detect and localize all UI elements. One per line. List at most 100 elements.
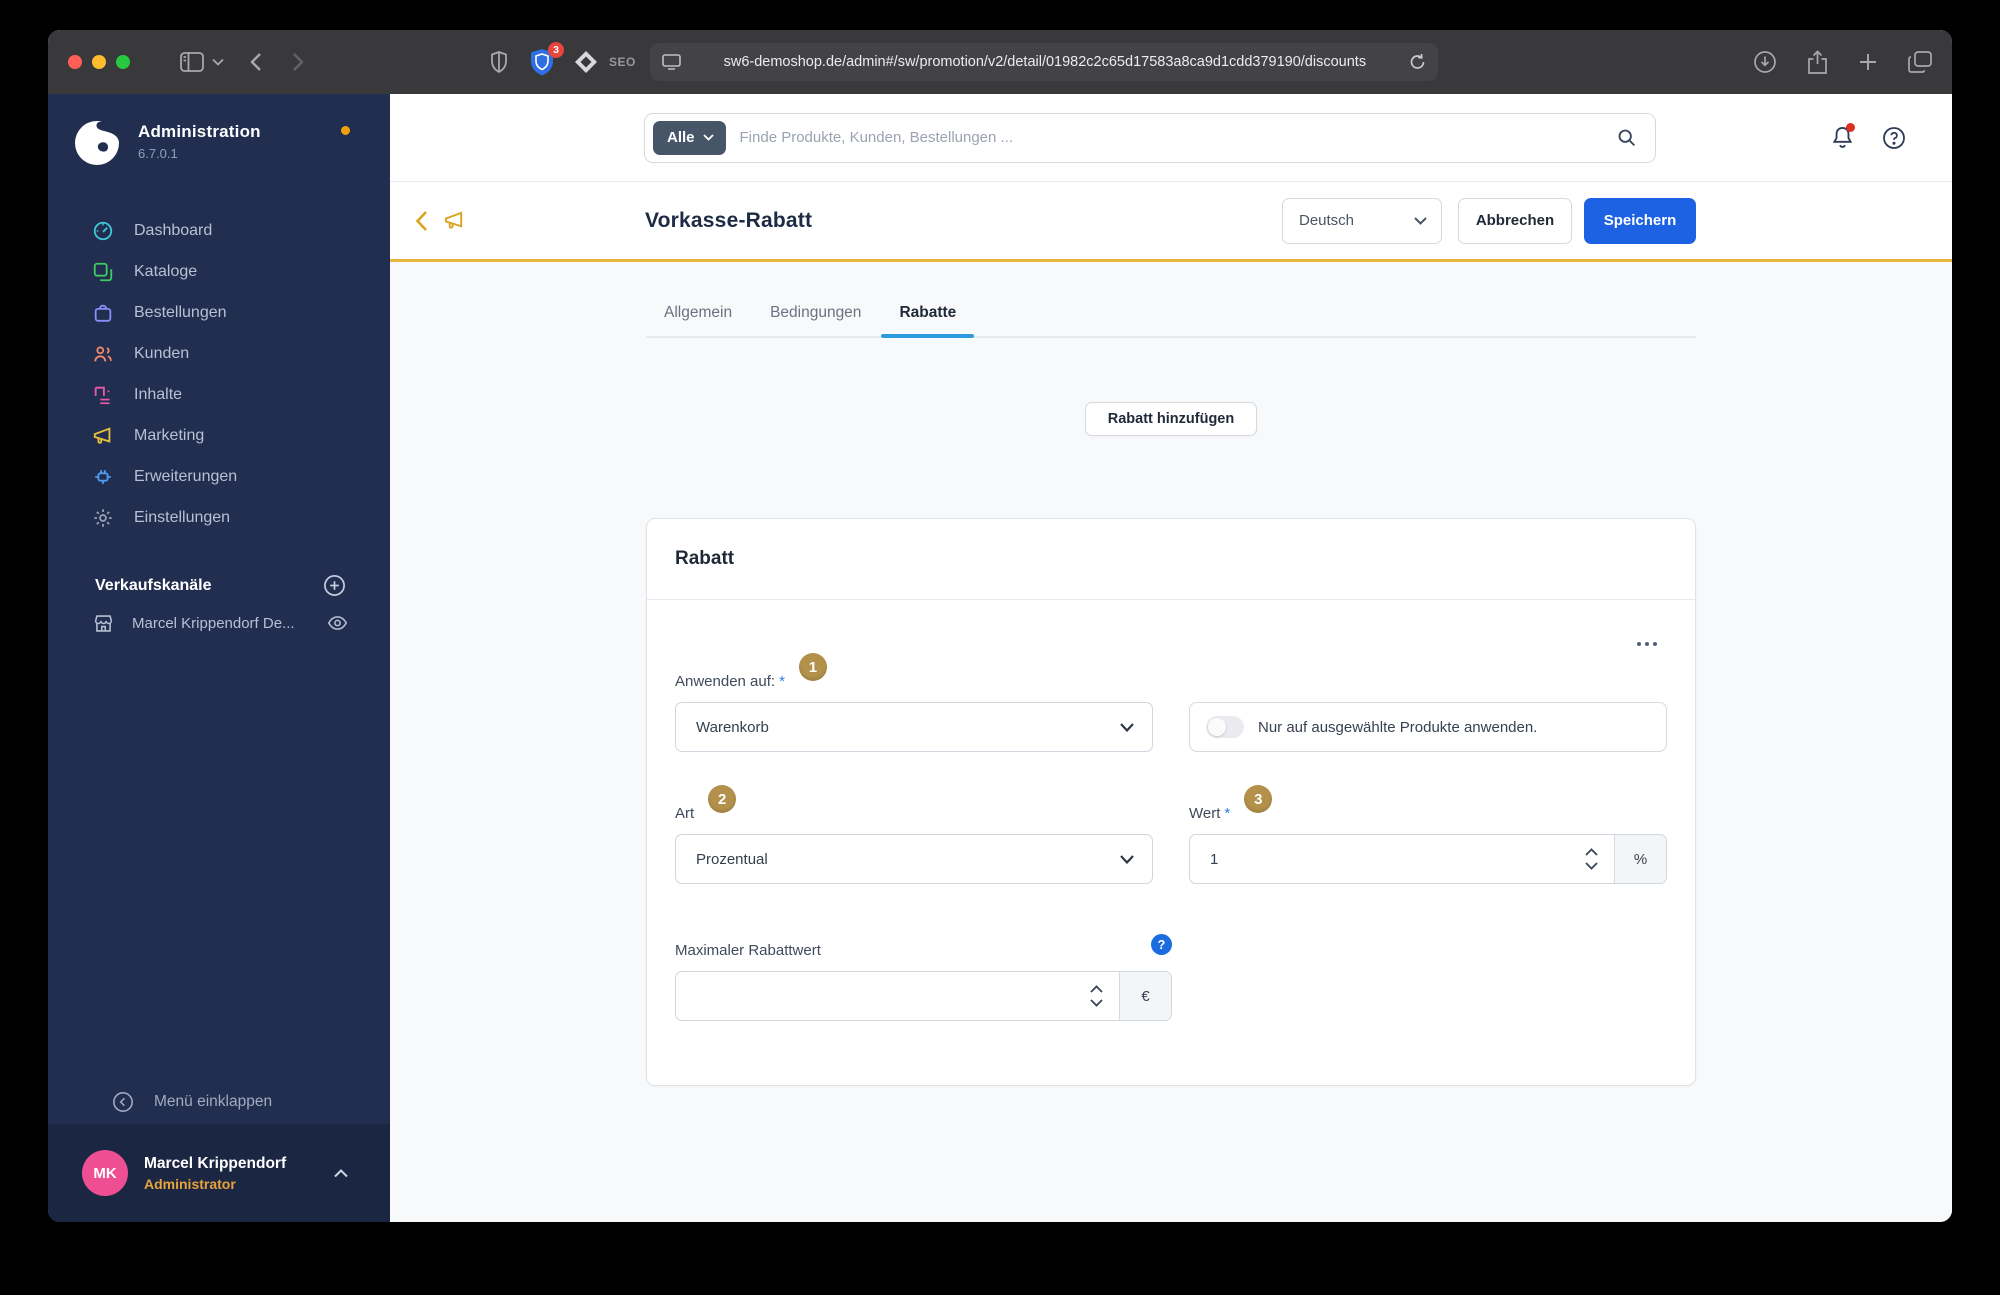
context-menu-button[interactable] — [1631, 636, 1663, 652]
seo-extension-label[interactable]: SEO — [609, 55, 636, 69]
browser-window: 3 SEO sw6-demoshop.de/admin#/sw/promotio… — [48, 30, 1952, 1222]
discount-card: Rabatt Anwenden auf: * 1 Warenkorb Nur a… — [646, 518, 1696, 1086]
step-badge-1: 1 — [798, 653, 827, 681]
sidebar-item-kunden[interactable]: Kunden — [48, 333, 390, 374]
type-label: Art — [675, 805, 695, 822]
user-menu[interactable]: MK Marcel Krippendorf Administrator — [48, 1124, 390, 1222]
max-value-input[interactable] — [676, 972, 1074, 1020]
type-select[interactable]: Prozentual — [675, 834, 1153, 884]
product-toggle-field: Nur auf ausgewählte Produkte anwenden. — [1189, 662, 1667, 752]
step-badge-3: 3 — [1244, 785, 1273, 813]
help-button[interactable] — [1882, 126, 1906, 150]
add-discount-button[interactable]: Rabatt hinzufügen — [1084, 402, 1258, 436]
page-title: Vorkasse-Rabatt — [645, 208, 813, 232]
search-input[interactable] — [739, 129, 1616, 146]
main-navigation: Dashboard Kataloge Bestellungen Kunden I… — [48, 210, 390, 538]
toolbar-chevron-down-icon[interactable] — [212, 58, 224, 66]
search-icon[interactable] — [1616, 127, 1637, 148]
sales-channels-heading: Verkaufskanäle — [95, 576, 212, 594]
products-only-label: Nur auf ausgewählte Produkte anwenden. — [1258, 718, 1538, 736]
close-window-button[interactable] — [68, 55, 82, 69]
sidebar-item-inhalte[interactable]: Inhalte — [48, 374, 390, 415]
diamond-extension-icon[interactable] — [573, 49, 599, 75]
tab-overview-icon[interactable] — [1908, 51, 1932, 73]
stepper-down-icon[interactable] — [1090, 999, 1103, 1007]
customers-icon — [92, 343, 114, 365]
extension-badge: 3 — [548, 42, 564, 58]
value-unit[interactable]: % — [1614, 835, 1666, 883]
sidebar-item-kataloge[interactable]: Kataloge — [48, 251, 390, 292]
type-field: Art 2 Prozentual — [675, 785, 1153, 884]
downloads-icon[interactable] — [1753, 50, 1777, 74]
forward-button[interactable] — [292, 52, 304, 72]
tab-bedingungen[interactable]: Bedingungen — [752, 304, 879, 336]
help-tooltip-icon[interactable]: ? — [1151, 934, 1172, 955]
reader-view-icon[interactable] — [662, 54, 681, 70]
back-button[interactable] — [250, 52, 262, 72]
collapse-menu-button[interactable]: Menü einklappen — [48, 1080, 390, 1124]
products-only-toggle[interactable] — [1206, 716, 1244, 738]
global-search[interactable]: Alle — [644, 112, 1656, 163]
value-input[interactable] — [1190, 835, 1569, 883]
zoom-window-button[interactable] — [116, 55, 130, 69]
notification-dot — [1846, 123, 1855, 132]
apply-to-label: Anwenden auf: — [675, 673, 776, 690]
save-button[interactable]: Speichern — [1584, 197, 1696, 244]
new-tab-icon[interactable] — [1858, 52, 1878, 72]
add-sales-channel-button[interactable] — [323, 574, 346, 597]
max-value-label: Maximaler Rabattwert — [675, 942, 821, 959]
page-body: Allgemein Bedingungen Rabatte Rabatt hin… — [390, 262, 1952, 1222]
minimize-window-button[interactable] — [92, 55, 106, 69]
stepper-up-icon[interactable] — [1090, 985, 1103, 993]
sidebar-item-dashboard[interactable]: Dashboard — [48, 210, 390, 251]
max-value-input-group: € — [675, 971, 1172, 1021]
share-icon[interactable] — [1807, 49, 1828, 75]
apply-to-select[interactable]: Warenkorb — [675, 702, 1153, 752]
chevron-down-icon — [1414, 216, 1427, 225]
promotion-tabs: Allgemein Bedingungen Rabatte — [646, 304, 1696, 338]
user-name: Marcel Krippendorf — [144, 1154, 287, 1172]
sidebar-item-sales-channel[interactable]: Marcel Krippendorf De... — [48, 603, 390, 643]
discount-card-header: Rabatt — [647, 519, 1695, 600]
value-stepper — [1569, 835, 1614, 883]
url-text[interactable]: sw6-demoshop.de/admin#/sw/promotion/v2/d… — [681, 54, 1409, 70]
required-asterisk: * — [1224, 805, 1231, 822]
address-bar[interactable]: sw6-demoshop.de/admin#/sw/promotion/v2/d… — [649, 43, 1438, 81]
update-notification-dot — [341, 126, 350, 135]
notifications-button[interactable] — [1831, 123, 1855, 150]
tab-rabatte[interactable]: Rabatte — [881, 304, 975, 338]
product-toggle-box: Nur auf ausgewählte Produkte anwenden. — [1189, 702, 1667, 752]
sidebar-toggle-icon[interactable] — [180, 52, 204, 72]
chevron-down-icon — [1120, 854, 1134, 864]
search-scope-dropdown[interactable]: Alle — [653, 120, 726, 155]
stepper-down-icon[interactable] — [1585, 862, 1598, 870]
sidebar-item-erweiterungen[interactable]: Erweiterungen — [48, 456, 390, 497]
reload-icon[interactable] — [1409, 53, 1426, 71]
chevron-down-icon — [702, 134, 714, 141]
chevron-down-icon — [1120, 722, 1134, 732]
privacy-shield-icon[interactable] — [489, 50, 509, 74]
cancel-button[interactable]: Abbrechen — [1458, 197, 1572, 244]
app-title: Administration — [138, 122, 261, 141]
value-input-group: % — [1189, 834, 1667, 884]
orders-bag-icon — [92, 302, 114, 324]
sales-channel-name: Marcel Krippendorf De... — [132, 614, 295, 632]
max-value-unit[interactable]: € — [1119, 972, 1171, 1020]
settings-gear-icon — [92, 507, 114, 529]
language-select[interactable]: Deutsch — [1282, 197, 1442, 244]
browser-toolbar: 3 SEO sw6-demoshop.de/admin#/sw/promotio… — [48, 30, 1952, 94]
admin-top-bar: Alle — [390, 94, 1952, 182]
sidebar-item-einstellungen[interactable]: Einstellungen — [48, 497, 390, 538]
admin-sidebar: Administration 6.7.0.1 Dashboard Katalog — [48, 94, 390, 1222]
tab-allgemein[interactable]: Allgemein — [646, 304, 750, 336]
marketing-megaphone-icon — [92, 425, 114, 447]
stepper-up-icon[interactable] — [1585, 848, 1598, 856]
sidebar-item-marketing[interactable]: Marketing — [48, 415, 390, 456]
sidebar-header: Administration 6.7.0.1 — [48, 94, 390, 176]
eye-icon[interactable] — [327, 615, 348, 631]
adblock-extension-icon[interactable]: 3 — [527, 42, 564, 77]
sidebar-item-bestellungen[interactable]: Bestellungen — [48, 292, 390, 333]
back-to-promotion-button[interactable] — [415, 210, 428, 232]
app-version: 6.7.0.1 — [138, 146, 178, 161]
avatar: MK — [82, 1150, 128, 1196]
